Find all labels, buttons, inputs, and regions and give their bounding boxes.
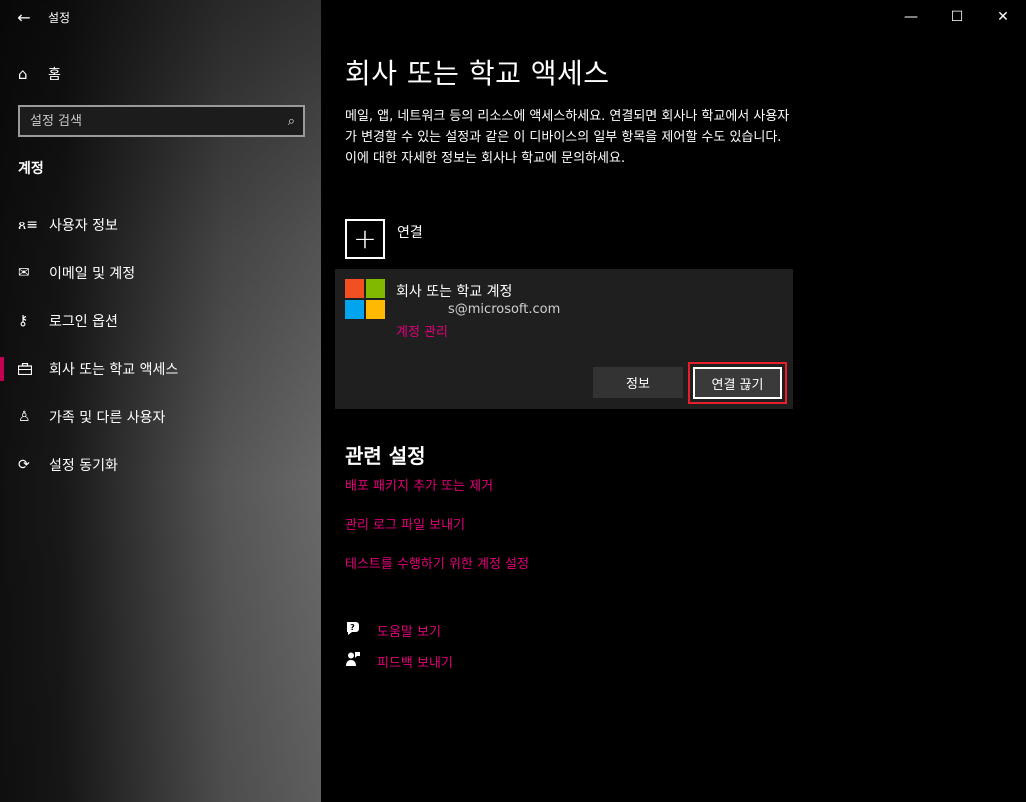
back-button[interactable]: ←	[0, 0, 48, 34]
manage-account-link[interactable]: 계정 관리	[396, 321, 448, 340]
maximize-icon: ☐	[950, 9, 964, 25]
feedback-link[interactable]: 피드백 보내기	[345, 651, 453, 671]
sidebar-item-label: 설정 동기화	[49, 458, 118, 474]
sidebar-item-label: 가족 및 다른 사용자	[49, 410, 166, 426]
logo-square-yellow	[366, 300, 385, 319]
svg-text:?: ?	[350, 623, 355, 632]
search-input[interactable]	[30, 113, 288, 129]
disconnect-button[interactable]: 연결 끊기	[693, 367, 782, 399]
sidebar-item-label: 이메일 및 계정	[49, 266, 136, 282]
sidebar-item-label: 로그인 옵션	[49, 314, 118, 330]
sidebar-item-label: 회사 또는 학교 액세스	[49, 362, 179, 378]
sidebar-item-label: 사용자 정보	[49, 218, 118, 234]
account-name: 회사 또는 학교 계정	[396, 284, 513, 300]
key-icon: ⚷	[18, 313, 29, 329]
plus-icon: +	[345, 219, 385, 259]
page-title: 회사 또는 학교 액세스	[345, 57, 610, 90]
feedback-icon	[345, 651, 377, 671]
account-email: s@microsoft.com	[448, 302, 561, 317]
get-help-label: 도움말 보기	[377, 624, 441, 640]
minimize-icon: —	[904, 9, 918, 25]
related-link-export-logs[interactable]: 관리 로그 파일 보내기	[345, 514, 465, 533]
feedback-label: 피드백 보내기	[377, 655, 453, 671]
maximize-button[interactable]: ☐	[934, 0, 980, 34]
logo-square-green	[366, 279, 385, 298]
sidebar-item-label: 홈	[48, 67, 61, 83]
logo-square-blue	[345, 300, 364, 319]
related-settings-title: 관련 설정	[345, 444, 426, 468]
user-info-icon: ጸ≡	[18, 217, 38, 233]
help-icon: ?	[345, 620, 377, 640]
back-arrow-icon: ←	[17, 7, 31, 27]
connect-button[interactable]: + 연결	[345, 219, 423, 259]
info-button[interactable]: 정보	[593, 367, 683, 398]
close-button[interactable]: ✕	[980, 0, 1026, 34]
sidebar-item-sign-in-options[interactable]: ⚷ 로그인 옵션	[0, 297, 321, 345]
section-heading: 계정	[18, 161, 44, 177]
window-controls: — ☐ ✕	[888, 0, 1026, 34]
close-icon: ✕	[997, 9, 1009, 25]
home-icon: ⌂	[18, 65, 28, 83]
sync-icon: ⟳	[18, 457, 30, 473]
connect-label: 연결	[397, 225, 423, 241]
app-title: 설정	[48, 10, 71, 25]
get-help-link[interactable]: ? 도움말 보기	[345, 620, 441, 640]
related-link-provisioning-package[interactable]: 배포 패키지 추가 또는 제거	[345, 475, 493, 494]
mail-icon: ✉	[18, 265, 30, 281]
microsoft-logo-icon	[345, 279, 385, 319]
search-box[interactable]: ⌕	[18, 105, 305, 137]
search-icon[interactable]: ⌕	[288, 114, 295, 129]
briefcase-icon	[18, 363, 49, 375]
add-person-icon: ♙	[18, 409, 31, 425]
sidebar-item-email-accounts[interactable]: ✉ 이메일 및 계정	[0, 249, 321, 297]
minimize-button[interactable]: —	[888, 0, 934, 34]
sidebar-item-sync-settings[interactable]: ⟳ 설정 동기화	[0, 441, 321, 489]
sidebar-nav: ጸ≡ 사용자 정보 ✉ 이메일 및 계정 ⚷ 로그인 옵션 회사 또는 학교 액…	[0, 201, 321, 489]
sidebar-item-home[interactable]: ⌂ 홈	[0, 58, 321, 90]
related-link-test-account[interactable]: 테스트를 수행하기 위한 계정 설정	[345, 553, 529, 572]
logo-square-red	[345, 279, 364, 298]
sidebar-item-your-info[interactable]: ጸ≡ 사용자 정보	[0, 201, 321, 249]
sidebar-item-family-other-users[interactable]: ♙ 가족 및 다른 사용자	[0, 393, 321, 441]
sidebar-item-work-school-access[interactable]: 회사 또는 학교 액세스	[0, 345, 321, 393]
account-card[interactable]: 회사 또는 학교 계정 s@microsoft.com 계정 관리 정보 연결 …	[335, 269, 793, 409]
page-description: 메일, 앱, 네트워크 등의 리소스에 액세스하세요. 연결되면 회사나 학교에…	[345, 109, 790, 166]
disconnect-highlight: 연결 끊기	[688, 362, 787, 404]
title-bar-left: ← 설정	[0, 0, 321, 34]
main-content: — ☐ ✕ 회사 또는 학교 액세스 메일, 앱, 네트워크 등의 리소스에 액…	[321, 0, 1026, 802]
sidebar: ← 설정 ⌂ 홈 ⌕ 계정 ጸ≡ 사용자 정보 ✉ 이메일 및 계정 ⚷ 로그인…	[0, 0, 321, 802]
